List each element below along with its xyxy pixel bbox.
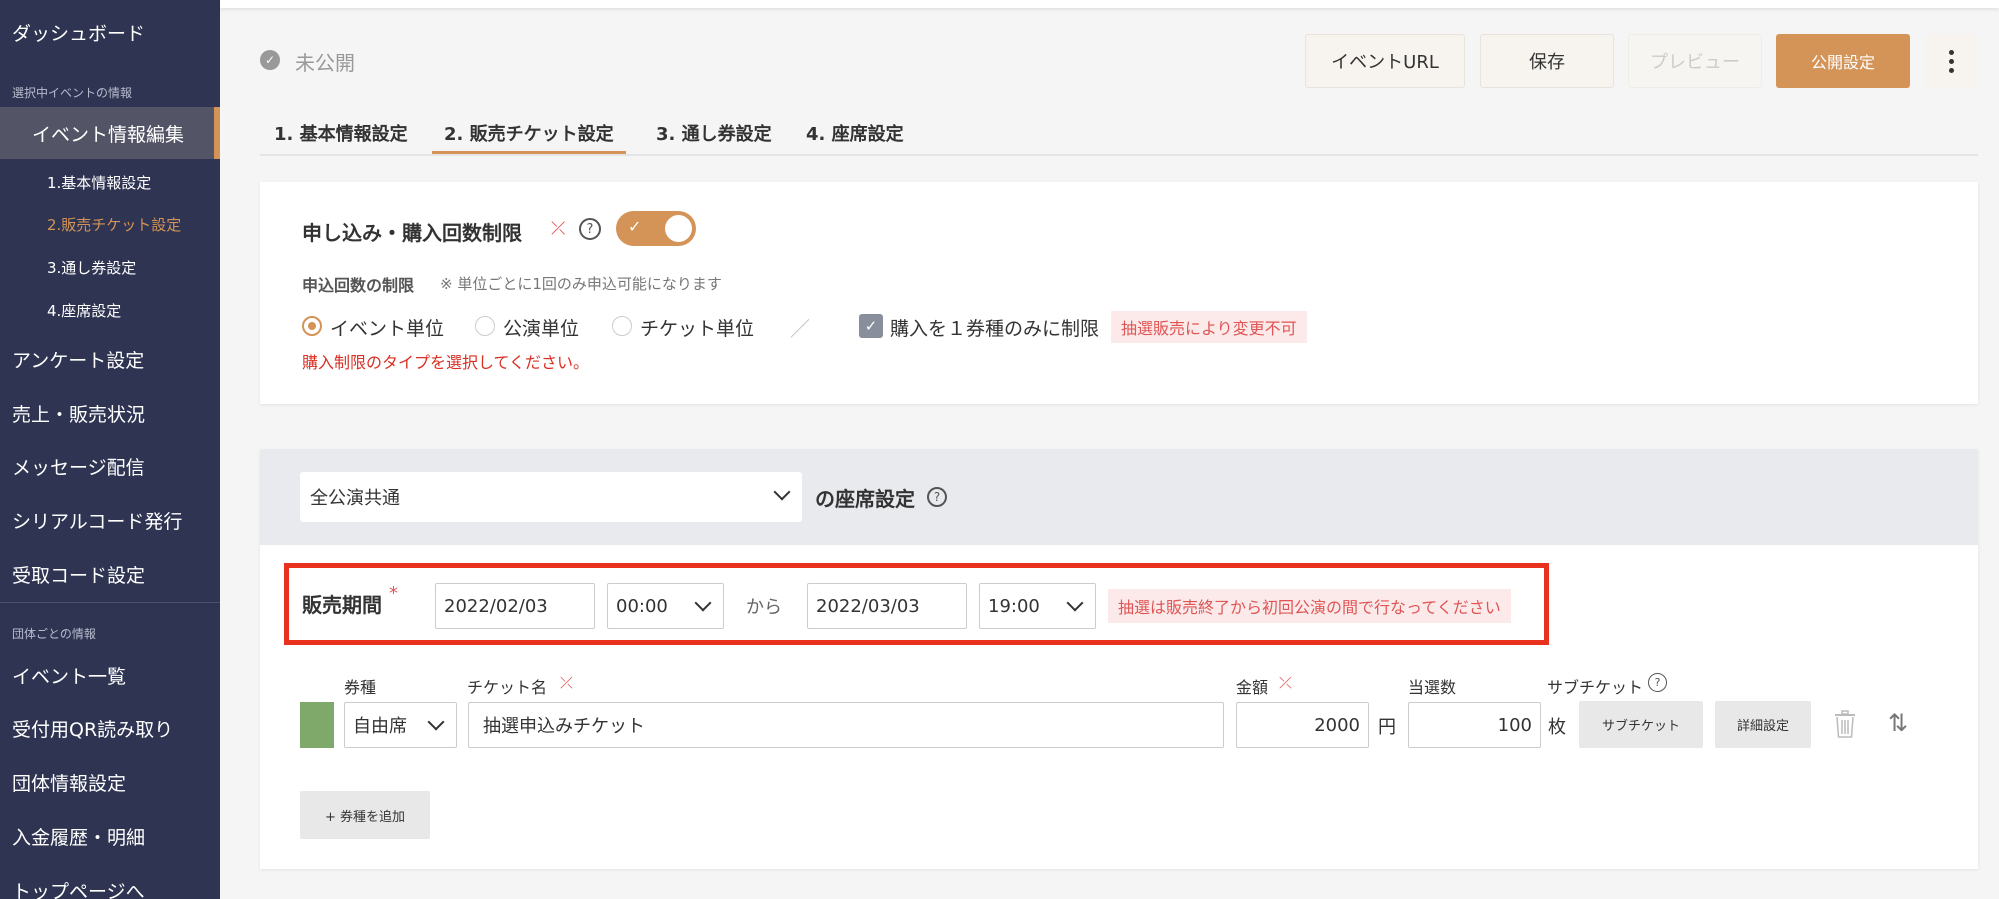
col-ticket-name: チケット名 <box>467 678 548 697</box>
preview-button[interactable]: プレビュー <box>1628 34 1762 88</box>
seat-settings-title: の座席設定 <box>815 487 915 511</box>
locked-badge: 抽選販売により変更不可 <box>1111 311 1307 343</box>
ticket-name-input[interactable]: 抽選申込みチケット <box>468 702 1224 748</box>
purchase-limit-title: 申し込み・購入回数制限 <box>302 221 522 245</box>
end-date-input[interactable]: 2022/03/03 <box>807 583 967 629</box>
tab-basic[interactable]: 1. 基本情報設定 <box>274 120 408 154</box>
trash-icon[interactable] <box>1834 710 1856 738</box>
performance-scope-value: 全公演共通 <box>310 488 400 509</box>
unpin-icon[interactable]: ⤫ <box>560 673 573 693</box>
single-type-label: 購入を１券種のみに制限 <box>890 318 1100 340</box>
end-time-select[interactable]: 19:00 <box>979 583 1096 629</box>
sidebar-item-event-list[interactable]: イベント一覧 <box>0 653 220 697</box>
sidebar-item-payments[interactable]: 入金履歴・明細 <box>0 814 220 858</box>
radio-ticket-unit[interactable] <box>612 316 632 336</box>
publish-status: 未公開 <box>295 51 355 75</box>
tab-tickets[interactable]: 2. 販売チケット設定 <box>432 120 626 154</box>
unpin-icon[interactable]: ⤫ <box>1279 673 1292 693</box>
ticket-type-value: 自由席 <box>353 716 407 737</box>
sidebar-item-dashboard[interactable]: ダッシュボード <box>0 10 220 54</box>
price-unit: 円 <box>1378 717 1396 738</box>
sidebar-item-receive-code[interactable]: 受取コード設定 <box>0 552 220 596</box>
top-bar <box>220 0 1999 8</box>
from-label: から <box>746 597 782 618</box>
check-icon: ✓ <box>628 217 642 236</box>
sidebar-item-sales[interactable]: 売上・販売状況 <box>0 391 220 435</box>
sort-icon[interactable]: ⇅ <box>1888 709 1908 737</box>
sidebar-item-survey[interactable]: アンケート設定 <box>0 337 220 381</box>
tab-seats[interactable]: 4. 座席設定 <box>806 120 904 154</box>
winners-input[interactable]: 100 <box>1408 702 1541 748</box>
sidebar-sub-seats[interactable]: 4.座席設定 <box>47 300 121 321</box>
toggle-knob <box>665 215 692 242</box>
radio-label-ticket-unit: チケット単位 <box>640 318 755 340</box>
start-date-input[interactable]: 2022/02/03 <box>435 583 595 629</box>
help-icon[interactable]: ? <box>579 218 601 240</box>
event-url-button[interactable]: イベントURL <box>1305 34 1465 88</box>
sidebar-item-serial-code[interactable]: シリアルコード発行 <box>0 498 220 542</box>
help-icon[interactable]: ? <box>1648 673 1667 692</box>
sidebar-sub-basic[interactable]: 1.基本情報設定 <box>47 172 151 193</box>
sidebar-item-qr-reader[interactable]: 受付用QR読み取り <box>0 706 220 750</box>
sidebar-item-group-settings[interactable]: 団体情報設定 <box>0 760 220 804</box>
col-sub-ticket: サブチケット <box>1547 678 1644 697</box>
winners-unit: 枚 <box>1548 717 1566 738</box>
detail-settings-button[interactable]: 詳細設定 <box>1715 701 1811 748</box>
limit-count-note: ※ 単位ごとに1回のみ申込可能になります <box>440 275 722 293</box>
start-time-select[interactable]: 00:00 <box>607 583 724 629</box>
save-button[interactable]: 保存 <box>1480 34 1614 88</box>
col-winners: 当選数 <box>1408 678 1457 697</box>
start-time-value: 00:00 <box>616 595 668 617</box>
sidebar-item-messages[interactable]: メッセージ配信 <box>0 444 220 488</box>
sidebar-sub-pass[interactable]: 3.通し券設定 <box>47 257 136 278</box>
performance-scope-select[interactable]: 全公演共通 <box>300 472 802 522</box>
period-warning-badge: 抽選は販売終了から初回公演の間で行なってください <box>1108 589 1511 623</box>
chevron-down-icon <box>694 594 712 612</box>
sidebar-sub-tickets[interactable]: 2.販売チケット設定 <box>47 214 181 235</box>
sidebar-item-top-page[interactable]: トップページへ <box>0 868 220 899</box>
add-ticket-type-button[interactable]: + 券種を追加 <box>300 791 430 839</box>
help-icon[interactable]: ? <box>927 487 947 507</box>
publish-settings-button[interactable]: 公開設定 <box>1776 34 1910 88</box>
radio-label-event-unit: イベント単位 <box>330 318 445 340</box>
limit-count-label: 申込回数の制限 <box>302 276 415 295</box>
col-ticket-type: 券種 <box>344 678 377 697</box>
separator: ／ <box>790 317 810 341</box>
chevron-down-icon <box>773 483 791 501</box>
ticket-color-swatch[interactable] <box>300 702 334 748</box>
sub-ticket-button[interactable]: サブチケット <box>1579 701 1703 748</box>
radio-performance-unit[interactable] <box>475 316 495 336</box>
sidebar-divider <box>0 602 220 603</box>
chevron-down-icon <box>1066 594 1084 612</box>
tab-bar: 1. 基本情報設定 2. 販売チケット設定 3. 通し券設定 4. 座席設定 <box>260 116 1978 156</box>
purchase-limit-toggle[interactable]: ✓ <box>616 211 696 246</box>
chevron-down-icon <box>427 713 445 731</box>
limit-error-text: 購入制限のタイプを選択してください。 <box>302 353 590 372</box>
required-mark: * <box>389 583 398 604</box>
end-time-value: 19:00 <box>988 595 1040 617</box>
check-circle-icon: ✓ <box>260 50 280 70</box>
tab-pass[interactable]: 3. 通し券設定 <box>656 120 772 154</box>
sales-period-label: 販売期間 <box>302 593 382 617</box>
radio-label-performance-unit: 公演単位 <box>503 318 580 340</box>
more-menu-icon[interactable] <box>1925 34 1977 88</box>
price-input[interactable]: 2000 <box>1236 702 1369 748</box>
sidebar-item-event-edit[interactable]: イベント情報編集 <box>32 107 184 159</box>
single-type-checkbox[interactable]: ✓ <box>859 314 883 338</box>
sidebar-section-group: 団体ごとの情報 <box>12 627 96 641</box>
sidebar-section-selected-event: 選択中イベントの情報 <box>12 86 133 100</box>
radio-event-unit[interactable] <box>302 316 322 336</box>
ticket-type-select[interactable]: 自由席 <box>344 702 457 748</box>
col-price: 金額 <box>1236 678 1269 697</box>
unpin-icon[interactable]: ⤫ <box>551 218 565 239</box>
